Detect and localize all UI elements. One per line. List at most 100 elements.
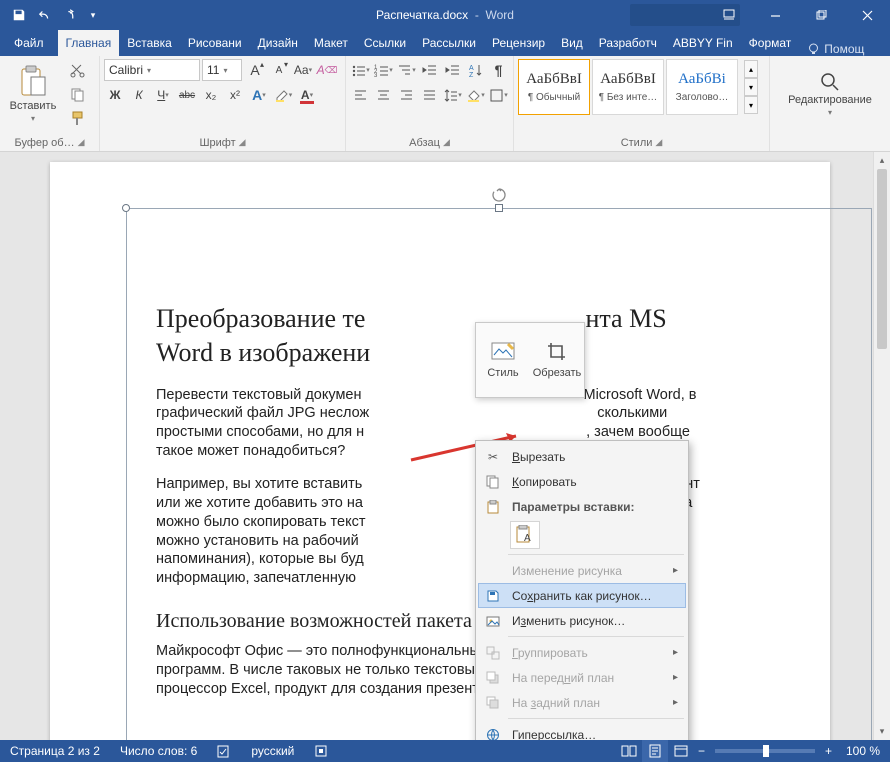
format-painter-button[interactable]	[66, 107, 88, 129]
zoom-level[interactable]: 100 %	[836, 740, 890, 762]
minimize-button[interactable]	[752, 0, 798, 30]
dialog-launcher-icon[interactable]: ◢	[239, 137, 246, 148]
decrease-indent-button[interactable]	[419, 59, 440, 81]
align-center-button[interactable]	[373, 84, 394, 106]
gallery-down-button[interactable]: ▾	[744, 78, 758, 96]
styles-gallery[interactable]: АаБбВвІ ¶ Обычный АаБбВвІ ¶ Без инте… Аа…	[518, 59, 738, 115]
copy-icon	[70, 87, 85, 102]
tab-abbyy[interactable]: ABBYY Fin	[665, 30, 741, 56]
tab-home[interactable]: Главная	[58, 30, 120, 56]
scroll-track[interactable]	[874, 169, 890, 723]
align-left-button[interactable]	[350, 84, 371, 106]
tell-me[interactable]: Помощ	[799, 42, 872, 56]
close-button[interactable]	[844, 0, 890, 30]
view-web-layout[interactable]	[668, 740, 694, 762]
justify-button[interactable]	[419, 84, 440, 106]
zoom-out-button[interactable]: −	[694, 740, 709, 762]
status-page[interactable]: Страница 2 из 2	[0, 740, 110, 762]
maximize-button[interactable]	[798, 0, 844, 30]
undo-icon[interactable]	[34, 4, 56, 26]
strikethrough-button[interactable]: abc	[176, 84, 198, 106]
rotate-handle-icon[interactable]	[491, 187, 507, 203]
scroll-up-button[interactable]: ▴	[874, 152, 890, 169]
show-marks-button[interactable]: ¶	[488, 59, 509, 81]
clear-formatting-button[interactable]: A⌫	[316, 59, 338, 81]
crop-button[interactable]: Обрезать	[530, 323, 584, 397]
bold-button[interactable]: Ж	[104, 84, 126, 106]
menu-edit-picture[interactable]: Изменить рисунок…	[478, 608, 686, 633]
gallery-more-button[interactable]: ▾	[744, 96, 758, 114]
bullets-button[interactable]: ▾	[350, 59, 371, 81]
tab-format[interactable]: Формат	[741, 30, 800, 56]
save-icon[interactable]	[8, 4, 30, 26]
font-name-combo[interactable]: Calibri▾	[104, 59, 200, 81]
borders-button[interactable]: ▾	[488, 84, 509, 106]
dialog-launcher-icon[interactable]: ◢	[655, 137, 662, 148]
tab-draw[interactable]: Рисовани	[180, 30, 250, 56]
tab-layout[interactable]: Макет	[306, 30, 356, 56]
qat-customize-icon[interactable]: ▾	[86, 4, 100, 26]
status-language[interactable]: русский	[241, 740, 304, 762]
resize-handle-tm[interactable]	[495, 204, 503, 212]
superscript-button[interactable]: x²	[224, 84, 246, 106]
copy-button[interactable]	[66, 83, 88, 105]
paste-option-keep-text[interactable]: A	[510, 521, 540, 549]
zoom-in-button[interactable]: +	[821, 740, 836, 762]
outdent-icon	[422, 63, 437, 78]
highlight-button[interactable]: ▾	[272, 84, 294, 106]
text-effects-button[interactable]: A▾	[248, 84, 270, 106]
cut-button[interactable]	[66, 59, 88, 81]
grow-font-button[interactable]: A▴	[244, 59, 266, 81]
status-macro[interactable]	[304, 740, 338, 762]
sort-button[interactable]: AZ	[465, 59, 486, 81]
multilevel-list-button[interactable]: ▾	[396, 59, 417, 81]
style-normal[interactable]: АаБбВвІ ¶ Обычный	[518, 59, 590, 115]
line-spacing-button[interactable]: ▾	[442, 84, 463, 106]
subscript-button[interactable]: x₂	[200, 84, 222, 106]
style-no-spacing[interactable]: АаБбВвІ ¶ Без инте…	[592, 59, 664, 115]
change-case-button[interactable]: Aa▾	[292, 59, 314, 81]
proofing-icon	[217, 744, 231, 758]
menu-hyperlink[interactable]: Гиперссылка…	[478, 722, 686, 740]
tab-review[interactable]: Рецензир	[484, 30, 553, 56]
align-right-button[interactable]	[396, 84, 417, 106]
tab-view[interactable]: Вид	[553, 30, 591, 56]
font-size-combo[interactable]: 11▾	[202, 59, 242, 81]
tab-references[interactable]: Ссылки	[356, 30, 414, 56]
tab-developer[interactable]: Разработч	[591, 30, 665, 56]
scroll-thumb[interactable]	[877, 169, 887, 349]
dialog-launcher-icon[interactable]: ◢	[78, 137, 85, 148]
scroll-down-button[interactable]: ▾	[874, 723, 890, 740]
resize-handle-tl[interactable]	[122, 204, 130, 212]
zoom-slider[interactable]	[715, 749, 815, 753]
gallery-up-button[interactable]: ▴	[744, 60, 758, 78]
menu-save-as-picture[interactable]: Сохранить как рисунок…	[478, 583, 686, 608]
tab-design[interactable]: Дизайн	[250, 30, 306, 56]
style-heading1[interactable]: АаБбВі Заголово…	[666, 59, 738, 115]
ribbon-options-icon[interactable]	[706, 0, 752, 30]
picture-mini-toolbar: Стиль Обрезать	[475, 322, 585, 398]
vertical-scrollbar[interactable]: ▴ ▾	[873, 152, 890, 740]
italic-button[interactable]: К	[128, 84, 150, 106]
zoom-slider-thumb[interactable]	[763, 745, 769, 757]
tab-file[interactable]: Файл	[0, 30, 58, 56]
editing-button[interactable]: Редактирование▾	[780, 59, 880, 131]
picture-style-button[interactable]: Стиль	[476, 323, 530, 397]
numbering-button[interactable]: 123▾	[373, 59, 394, 81]
shading-button[interactable]: ▾	[465, 84, 486, 106]
tab-mailings[interactable]: Рассылки	[414, 30, 484, 56]
paste-button[interactable]: Вставить▾	[4, 59, 62, 131]
status-word-count[interactable]: Число слов: 6	[110, 740, 207, 762]
redo-icon[interactable]	[60, 4, 82, 26]
increase-indent-button[interactable]	[442, 59, 463, 81]
tab-insert[interactable]: Вставка	[119, 30, 180, 56]
shrink-font-button[interactable]: A▾	[268, 59, 290, 81]
underline-button[interactable]: Ч▾	[152, 84, 174, 106]
menu-copy[interactable]: Копировать	[478, 469, 686, 494]
menu-cut[interactable]: ✂ Вырезать	[478, 444, 686, 469]
dialog-launcher-icon[interactable]: ◢	[443, 137, 450, 148]
font-color-button[interactable]: A▾	[296, 84, 318, 106]
view-print-layout[interactable]	[642, 740, 668, 762]
status-proofing[interactable]	[207, 740, 241, 762]
view-read-mode[interactable]	[616, 740, 642, 762]
